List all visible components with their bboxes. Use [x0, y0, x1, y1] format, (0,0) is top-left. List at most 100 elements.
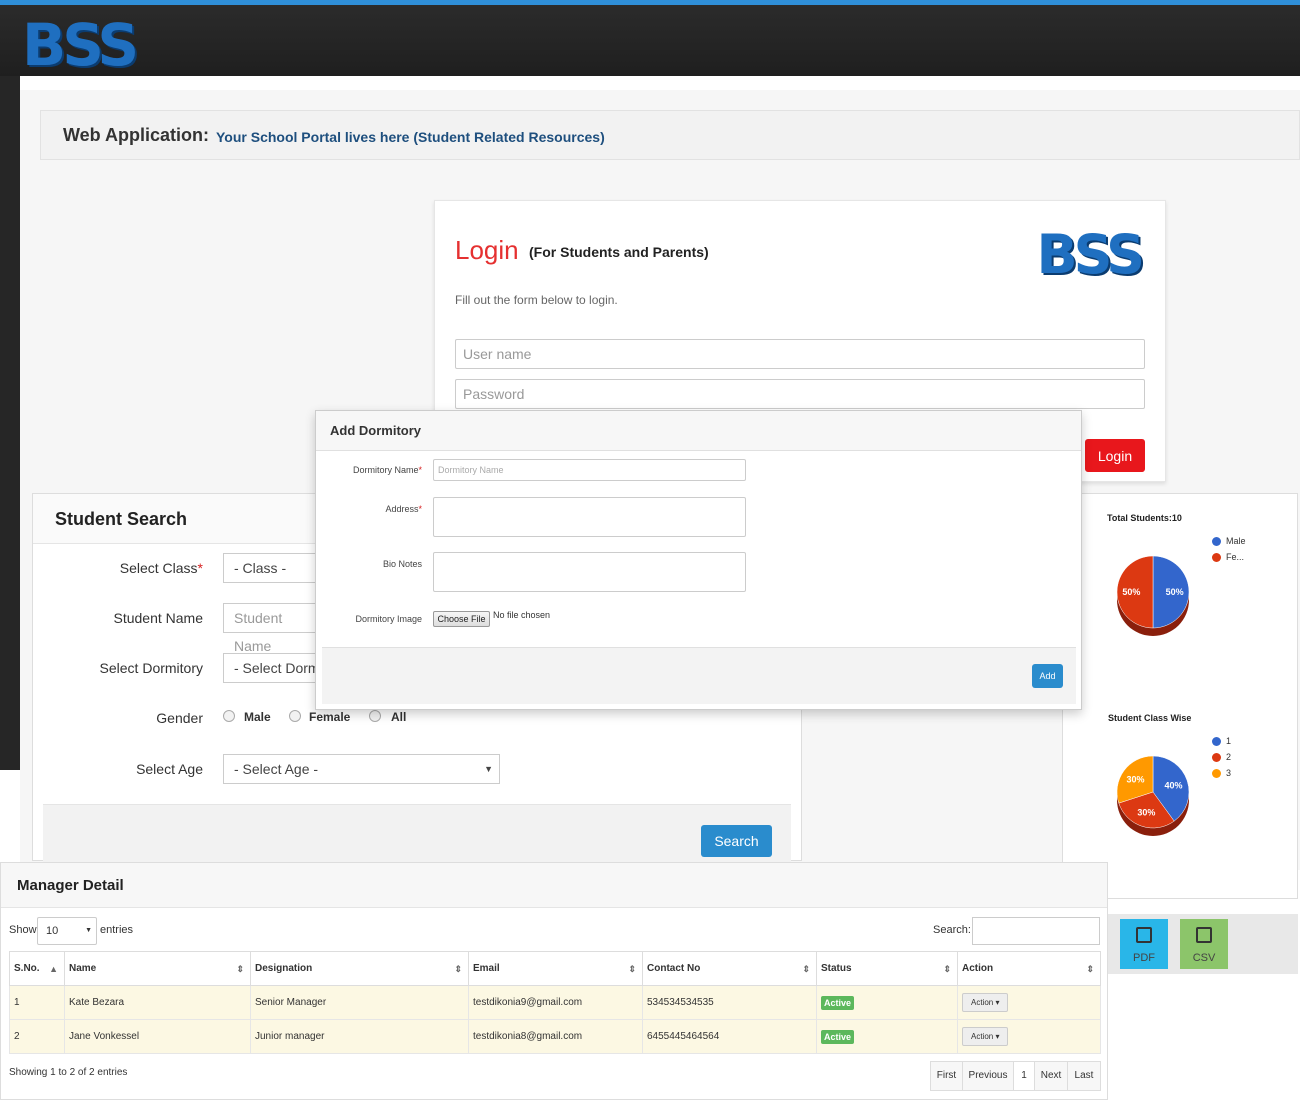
pdf-icon — [1136, 927, 1152, 943]
username-input[interactable]: User name — [455, 339, 1145, 369]
student-name-input[interactable]: Student Name — [223, 603, 323, 654]
table-cell: Active — [816, 985, 958, 1020]
legend-male: Male — [1226, 536, 1246, 546]
entries-label: entries — [100, 924, 134, 936]
pagination-first[interactable]: First — [930, 1061, 963, 1091]
add-button[interactable]: Add — [1032, 664, 1063, 688]
column-header[interactable]: S.No. ▲ — [9, 951, 65, 986]
address-label: Address* — [385, 504, 422, 514]
gender-label: Gender — [156, 710, 203, 726]
export-pdf-label: PDF — [1133, 952, 1155, 964]
address-textarea[interactable] — [433, 497, 746, 537]
bio-notes-label: Bio Notes — [382, 559, 422, 569]
status-badge: Active — [821, 995, 855, 1010]
dormitory-name-label: Dormitory Name* — [352, 465, 422, 475]
add-dormitory-modal: Add Dormitory Dormitory Name* Dormitory … — [315, 410, 1082, 710]
manager-table: S.No. ▲ Name ⇕ Designation ⇕ Email ⇕ Contact… — [9, 951, 1101, 1054]
legend-class-1: 1 — [1226, 736, 1232, 746]
gender-female-label: Female — [309, 710, 351, 724]
entries-select[interactable]: 10 ▼ — [37, 917, 97, 945]
pagination-next[interactable]: Next — [1034, 1061, 1068, 1091]
caret-down-icon: ▼ — [85, 927, 92, 934]
dormitory-select[interactable]: - Select Dorm — [223, 653, 323, 683]
legend-dot — [1212, 769, 1221, 778]
entries-value: 10 — [46, 925, 59, 937]
column-header[interactable]: Status ⇕ — [816, 951, 958, 986]
select-class-label: Select Class* — [119, 560, 203, 576]
column-header[interactable]: Designation ⇕ — [250, 951, 469, 986]
total-students-title: Total Students:10 — [1107, 513, 1182, 523]
show-label: Show — [9, 924, 37, 936]
pie-data-label: 30% — [1127, 774, 1145, 784]
table-cell: 534534534535 — [642, 985, 817, 1020]
bio-notes-textarea[interactable] — [433, 552, 746, 592]
student-search-title: Student Search — [55, 509, 188, 529]
export-toolbar: PDF CSV — [1108, 914, 1298, 974]
pagination-previous[interactable]: Previous — [962, 1061, 1014, 1091]
column-header[interactable]: Name ⇕ — [64, 951, 251, 986]
select-dormitory-label: Select Dormitory — [99, 660, 203, 676]
table-cell: Senior Manager — [250, 985, 469, 1020]
student-search-footer: Search — [43, 804, 791, 862]
login-logo: BSS — [1036, 223, 1145, 286]
gender-female-radio[interactable] — [289, 710, 301, 722]
charts-panel: Total Students:10 Male Fe... Student Cla… — [1062, 493, 1298, 899]
caret-down-icon: ▼ — [484, 764, 493, 774]
export-pdf-button[interactable]: PDF — [1120, 919, 1168, 969]
legend-female: Fe... — [1226, 552, 1245, 562]
class-wise-pie: 40% 30% 30% — [1116, 755, 1190, 836]
login-hint: Fill out the form below to login. — [455, 293, 618, 307]
student-name-label: Student Name — [113, 610, 204, 626]
page-header: Web Application: Your School Portal live… — [40, 110, 1300, 160]
class-select[interactable]: - Class - — [223, 553, 323, 583]
legend-dot — [1212, 753, 1221, 762]
column-header[interactable]: Email ⇕ — [468, 951, 643, 986]
manager-title: Manager Detail — [17, 877, 124, 894]
gender-male-label: Male — [244, 710, 271, 724]
pie-data-label: 50% — [1122, 587, 1140, 597]
gender-all-label: All — [391, 710, 407, 724]
dormitory-image-label: Dormitory Image — [355, 614, 422, 624]
csv-icon — [1196, 927, 1212, 943]
column-header[interactable]: Contact No ⇕ — [642, 951, 817, 986]
table-header-row: S.No. ▲ Name ⇕ Designation ⇕ Email ⇕ Contact… — [9, 951, 1101, 986]
table-row: 1 Kate Bezara Senior Manager testdikonia… — [9, 985, 1101, 1020]
table-cell: Action ▾ — [957, 1019, 1101, 1054]
table-info: Showing 1 to 2 of 2 entries — [9, 1067, 128, 1078]
bss-logo[interactable]: BSS — [22, 11, 139, 79]
sidebar-strip — [0, 76, 20, 770]
table-cell: Active — [816, 1019, 958, 1054]
gender-male-radio[interactable] — [223, 710, 235, 722]
age-select[interactable]: - Select Age - ▼ — [223, 754, 500, 784]
pie-data-label: 30% — [1137, 808, 1155, 818]
table-cell: testdikonia9@gmail.com — [468, 985, 643, 1020]
login-button[interactable]: Login — [1085, 439, 1145, 472]
modal-footer: Add — [322, 647, 1076, 704]
export-csv-button[interactable]: CSV — [1180, 919, 1228, 969]
page-title: Web Application: — [63, 125, 209, 145]
legend-dot — [1212, 737, 1221, 746]
table-cell: 2 — [9, 1019, 65, 1054]
export-csv-label: CSV — [1192, 952, 1216, 964]
search-button[interactable]: Search — [701, 825, 772, 857]
top-navbar: BSS — [0, 0, 1300, 79]
select-age-label: Select Age — [136, 761, 203, 777]
gender-all-radio[interactable] — [369, 710, 381, 722]
column-header[interactable]: Action ⇕ — [957, 951, 1101, 986]
action-dropdown-button[interactable]: Action ▾ — [962, 1027, 1009, 1046]
pagination-last[interactable]: Last — [1067, 1061, 1101, 1091]
legend-dot — [1212, 537, 1221, 546]
pagination-page-1[interactable]: 1 — [1013, 1061, 1035, 1091]
modal-title: Add Dormitory — [330, 423, 421, 438]
action-dropdown-button[interactable]: Action ▾ — [962, 993, 1009, 1012]
table-search-input[interactable] — [972, 917, 1100, 945]
table-cell: Kate Bezara — [64, 985, 251, 1020]
table-cell: Action ▾ — [957, 985, 1101, 1020]
password-input[interactable]: Password — [455, 379, 1145, 409]
choose-file-button[interactable]: Choose File — [433, 611, 490, 627]
dormitory-name-input[interactable]: Dormitory Name — [433, 459, 746, 481]
table-cell: Jane Vonkessel — [64, 1019, 251, 1054]
class-wise-title: Student Class Wise — [1108, 713, 1192, 723]
legend-dot — [1212, 553, 1221, 562]
manager-header: Manager Detail — [1, 863, 1107, 908]
